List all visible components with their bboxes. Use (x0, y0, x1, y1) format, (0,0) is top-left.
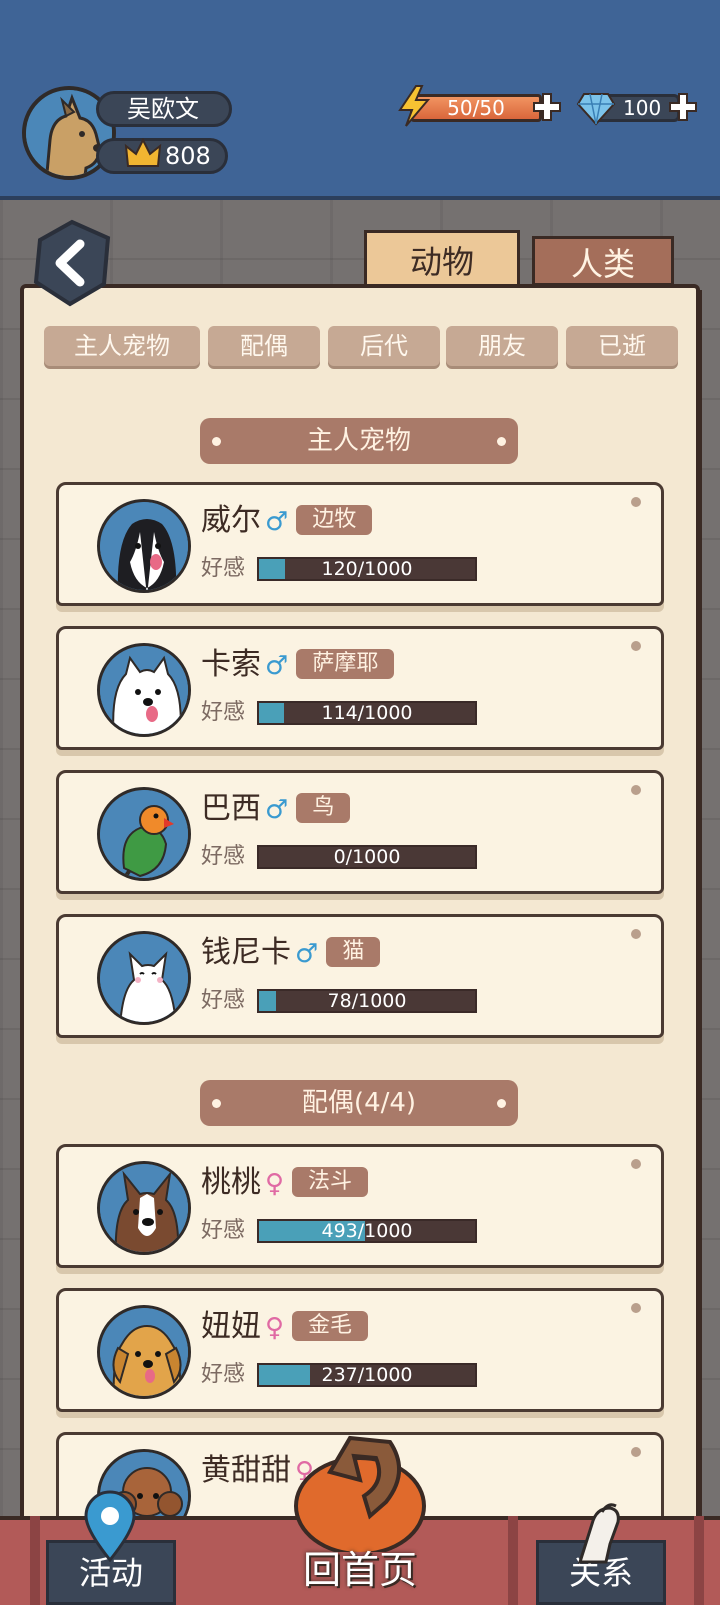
female-icon: ♀ (265, 1169, 285, 1199)
tab-humans[interactable]: 人类 (532, 236, 674, 286)
affection-value: 78/1000 (327, 990, 407, 1012)
add-energy-plus-icon[interactable] (532, 92, 562, 122)
breed-badge: 边牧 (296, 505, 373, 535)
nav-divider (30, 1516, 40, 1605)
pet-name: 钱尼卡 (201, 935, 291, 970)
pet-name-row: 巴西 ♂ 鸟 (201, 791, 351, 827)
section-owner-pets-header: 主人宠物 (200, 418, 518, 464)
border-collie-avatar (97, 499, 191, 593)
diamond-icon (576, 93, 616, 126)
back-button[interactable] (30, 218, 114, 308)
breed-badge: 法斗 (292, 1167, 369, 1197)
affection-bar: 114/1000 (257, 701, 477, 725)
breed-badge: 猫 (326, 937, 381, 967)
pet-card[interactable]: 巴西 ♂ 鸟 好感 0/1000 (56, 770, 664, 894)
handshake-icon (577, 1503, 620, 1564)
pet-name: 卡索 (201, 647, 261, 682)
pet-name-row: 卡索 ♂ 萨摩耶 (201, 647, 395, 683)
affection-value: 0/1000 (333, 846, 401, 868)
affection-value: 493/1000 (321, 1220, 413, 1242)
pet-name-row: 钱尼卡 ♂ 猫 (201, 935, 381, 971)
pet-name-row: 妞妞 ♀ 金毛 (201, 1309, 369, 1345)
pet-card[interactable]: 钱尼卡 ♂ 猫 好感 78/1000 (56, 914, 664, 1038)
french-bulldog-avatar (97, 1161, 191, 1255)
pet-card[interactable]: 威尔 ♂ 边牧 好感 120/1000 (56, 482, 664, 606)
affection-label: 好感 (201, 700, 246, 725)
affection-label: 好感 (201, 1218, 246, 1243)
affection-label: 好感 (201, 1362, 246, 1387)
spouse-card[interactable]: 桃桃 ♀ 法斗 好感 493/1000 (56, 1144, 664, 1268)
home-return-icon[interactable] (290, 1432, 430, 1552)
add-gem-plus-icon[interactable] (668, 92, 698, 122)
male-icon: ♂ (295, 939, 319, 969)
samoyed-avatar (97, 643, 191, 737)
affection-label: 好感 (201, 556, 246, 581)
nav-divider (508, 1516, 518, 1605)
pet-name-row: 威尔 ♂ 边牧 (201, 503, 373, 539)
pet-name: 巴西 (201, 791, 261, 826)
pet-name: 妞妞 (201, 1309, 261, 1344)
affection-bar: 78/1000 (257, 989, 477, 1013)
affection-bar: 237/1000 (257, 1363, 477, 1387)
nav-home-button[interactable]: 回首页 (280, 1540, 440, 1600)
nav-divider (694, 1516, 704, 1605)
female-icon: ♀ (265, 1313, 285, 1343)
affection-bar: 120/1000 (257, 557, 477, 581)
affection-value: 120/1000 (321, 558, 413, 580)
filter-spouse[interactable]: 配偶 (208, 326, 320, 366)
male-icon: ♂ (265, 795, 289, 825)
lightning-icon (398, 85, 431, 127)
map-pin-icon (84, 1490, 136, 1562)
filter-friends[interactable]: 朋友 (446, 326, 558, 366)
player-name: 吴欧文 (96, 91, 232, 127)
affection-label: 好感 (201, 844, 246, 869)
pet-name: 桃桃 (201, 1165, 261, 1200)
breed-badge: 金毛 (292, 1311, 369, 1341)
pet-card[interactable]: 卡索 ♂ 萨摩耶 好感 114/1000 (56, 626, 664, 750)
filter-offspring[interactable]: 后代 (328, 326, 440, 366)
affection-value: 114/1000 (321, 702, 413, 724)
tab-animals[interactable]: 动物 (364, 230, 520, 288)
breed-badge: 萨摩耶 (296, 649, 395, 679)
affection-bar: 493/1000 (257, 1219, 477, 1243)
affection-label: 好感 (201, 988, 246, 1013)
affection-value: 237/1000 (321, 1364, 413, 1386)
filter-deceased[interactable]: 已逝 (566, 326, 678, 366)
affection-bar: 0/1000 (257, 845, 477, 869)
breed-badge: 鸟 (296, 793, 351, 823)
golden-retriever-avatar (97, 1305, 191, 1399)
male-icon: ♂ (265, 651, 289, 681)
crown-icon (124, 138, 162, 167)
pet-name: 威尔 (201, 503, 261, 538)
section-spouses-header: 配偶(4/4) (200, 1080, 518, 1126)
pet-name-row: 桃桃 ♀ 法斗 (201, 1165, 369, 1201)
filter-owner-pets[interactable]: 主人宠物 (44, 326, 200, 366)
pet-name: 黄甜甜 (201, 1453, 291, 1488)
coin-count: 808 (96, 138, 228, 174)
spouse-card[interactable]: 妞妞 ♀ 金毛 好感 237/1000 (56, 1288, 664, 1412)
parrot-avatar (97, 787, 191, 881)
cat-avatar (97, 931, 191, 1025)
male-icon: ♂ (265, 507, 289, 537)
